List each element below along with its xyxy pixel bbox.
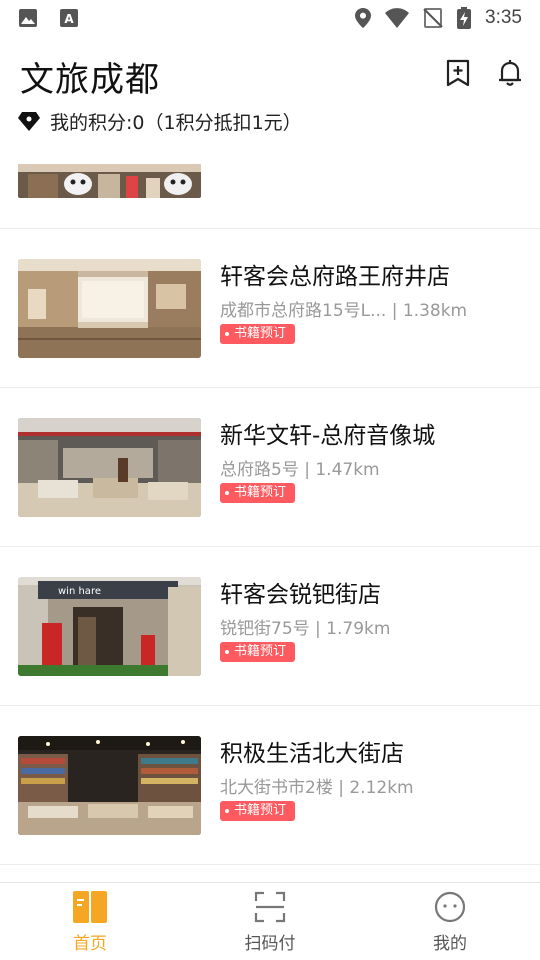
book-reservation-tag[interactable]: 书籍预订 (220, 324, 296, 344)
font-notification-icon: A (60, 9, 78, 27)
store-address-distance: 锐钯街75号 | 1.79km (220, 619, 391, 639)
store-list-item[interactable]: win hare 轩客会锐钯街店 锐钯街75号 | 1.79km 书籍预订 (0, 547, 540, 705)
bookmark-add-icon[interactable] (443, 58, 473, 88)
store-name: 积极生活北大街店 (220, 741, 404, 767)
book-reservation-tag[interactable]: 书籍预订 (220, 483, 296, 503)
book-reservation-tag[interactable]: 书籍预订 (220, 801, 296, 821)
store-thumbnail (18, 736, 201, 835)
store-list-item[interactable]: 新华文轩-总府音像城 总府路5号 | 1.47km 书籍预订 (0, 388, 540, 546)
svg-text:win hare: win hare (58, 586, 101, 597)
location-icon (355, 8, 372, 28)
tab-profile-label: 我的 (433, 934, 467, 954)
diamond-icon (18, 112, 40, 131)
tab-home-label: 首页 (73, 934, 107, 954)
points-text: 我的积分:0（1积分抵扣1元） (50, 111, 302, 134)
store-list[interactable]: 轩客会总府路王府井店 成都市总府路15号L... | 1.38km 书籍预订 新… (0, 160, 540, 882)
store-address-distance: 北大街书市2楼 | 2.12km (220, 778, 414, 798)
wifi-icon (385, 8, 410, 28)
store-list-item[interactable]: 积极生活北大街店 北大街书市2楼 | 2.12km 书籍预订 (0, 706, 540, 864)
home-book-icon (73, 891, 107, 923)
bottom-navigation: 首页 扫码付 我的 (0, 882, 540, 960)
status-bar: A 3:35 (0, 0, 540, 36)
svg-text:A: A (64, 12, 74, 26)
store-address-distance: 总府路5号 | 1.47km (220, 460, 380, 480)
list-divider (0, 864, 540, 865)
points-row[interactable]: 我的积分:0（1积分抵扣1元） (18, 106, 302, 136)
scan-icon (254, 891, 286, 923)
store-thumbnail: win hare (18, 577, 201, 676)
store-address-distance: 成都市总府路15号L... | 1.38km (220, 301, 468, 321)
store-name: 轩客会锐钯街店 (220, 582, 381, 608)
tab-home[interactable]: 首页 (0, 883, 180, 960)
store-name: 新华文轩-总府音像城 (220, 423, 436, 449)
page-title: 文旅成都 (20, 60, 160, 100)
store-thumbnail (18, 418, 201, 517)
app-header: 文旅成都 (0, 44, 540, 104)
gallery-notification-icon (19, 9, 37, 27)
tab-scan-pay-label: 扫码付 (244, 934, 296, 954)
notification-bell-icon[interactable] (495, 58, 525, 88)
store-thumbnail-partial[interactable] (18, 164, 201, 198)
tab-profile[interactable]: 我的 (360, 883, 540, 960)
battery-charging-icon (457, 7, 472, 29)
no-signal-icon (423, 8, 443, 28)
status-time: 3:35 (485, 7, 522, 28)
store-list-item[interactable]: 轩客会总府路王府井店 成都市总府路15号L... | 1.38km 书籍预订 (0, 229, 540, 387)
store-thumbnail (18, 259, 201, 358)
profile-icon (434, 891, 466, 923)
tab-scan-pay[interactable]: 扫码付 (180, 883, 360, 960)
book-reservation-tag[interactable]: 书籍预订 (220, 642, 296, 662)
store-name: 轩客会总府路王府井店 (220, 264, 450, 290)
